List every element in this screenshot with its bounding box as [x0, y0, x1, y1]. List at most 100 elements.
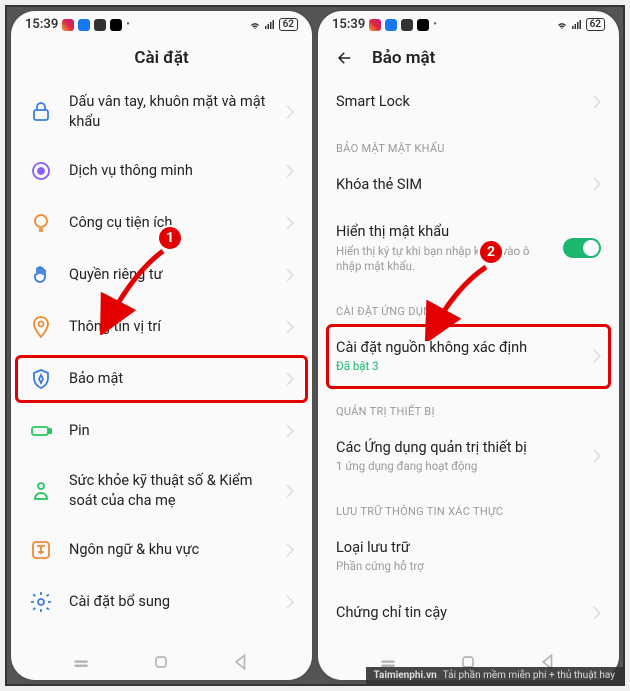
row-label: Khóa thẻ SIM — [336, 175, 577, 195]
annotation-badge-2: 2 — [478, 239, 504, 265]
heart-icon — [29, 479, 53, 503]
annotation-badge-1: 1 — [157, 225, 183, 251]
row-fingerprint[interactable]: Dấu vân tay, khuôn mặt và mật khẩu — [11, 78, 312, 145]
instagram-icon — [369, 19, 381, 31]
row-trusted-cert[interactable]: Chứng chỉ tin cậy — [318, 589, 619, 637]
row-sublabel: 1 ứng dụng đang hoạt động — [336, 459, 577, 475]
row-security[interactable]: Bảo mật — [11, 353, 312, 405]
chevron-right-icon — [286, 216, 294, 230]
bulb-icon — [29, 211, 53, 235]
row-label: Sức khỏe kỹ thuật số & Kiểm soát của cha… — [69, 471, 270, 510]
watermark-site: Taimienphi.vn — [374, 670, 437, 681]
toggle-show-password[interactable] — [563, 238, 601, 258]
battery-icon: 62 — [586, 18, 605, 31]
tiktok-icon — [110, 19, 122, 31]
status-time: 15:39 — [25, 17, 58, 32]
row-label: Smart Lock — [336, 92, 577, 112]
gear-icon — [29, 590, 53, 614]
wifi-icon — [556, 19, 568, 31]
section-app: CÀI ĐẶT ỨNG DỤNG — [318, 289, 619, 324]
signal-icon — [571, 19, 583, 31]
row-location[interactable]: Thông tin vị trí — [11, 301, 312, 353]
page-header: Bảo mật — [318, 34, 619, 78]
battery-icon: 62 — [279, 18, 298, 31]
security-list: Smart Lock BẢO MẬT MẬT KHẨU Khóa thẻ SIM… — [318, 78, 619, 642]
row-storage-type: Loại lưu trữ Phần cứng hỗ trợ — [318, 524, 619, 589]
instagram-icon — [62, 19, 74, 31]
row-smartlock[interactable]: Smart Lock — [318, 78, 619, 126]
chevron-right-icon — [286, 595, 294, 609]
watermark-tag: Tải phần mềm miễn phí + thủ thuật hay — [443, 670, 615, 681]
more-icon: • — [433, 19, 437, 30]
nav-recent-icon[interactable] — [71, 652, 91, 672]
facebook-icon — [78, 19, 90, 31]
hand-icon — [29, 263, 53, 287]
section-credential: LƯU TRỮ THÔNG TIN XÁC THỰC — [318, 489, 619, 524]
page-title: Bảo mật — [372, 48, 435, 68]
page-title: Cài đặt — [11, 34, 312, 78]
app-icon — [401, 19, 413, 31]
status-time: 15:39 — [332, 17, 365, 32]
row-sim-lock[interactable]: Khóa thẻ SIM — [318, 161, 619, 209]
chevron-right-icon — [593, 95, 601, 109]
chevron-right-icon — [286, 543, 294, 557]
status-bar: 15:39 • 62 — [11, 11, 312, 34]
chevron-right-icon — [593, 349, 601, 363]
chevron-right-icon — [286, 320, 294, 334]
location-icon — [29, 315, 53, 339]
row-update[interactable]: Cập nhật phần mềm — [11, 628, 312, 642]
row-language[interactable]: Ngôn ngữ & khu vực — [11, 524, 312, 576]
row-label: Bảo mật — [69, 369, 270, 389]
row-smart-service[interactable]: Dịch vụ thông minh — [11, 145, 312, 197]
chevron-right-icon — [286, 424, 294, 438]
facebook-icon — [385, 19, 397, 31]
row-sublabel: Đã bật 3 — [336, 359, 577, 375]
battery-icon — [29, 419, 53, 443]
row-additional[interactable]: Cài đặt bổ sung — [11, 576, 312, 628]
row-label: Hiển thị mật khẩu — [336, 222, 547, 242]
row-label: Thông tin vị trí — [69, 317, 270, 337]
row-label: Loại lưu trữ — [336, 538, 601, 558]
row-label: Chứng chỉ tin cậy — [336, 603, 577, 623]
row-label: Ngôn ngữ & khu vực — [69, 540, 270, 560]
row-sublabel: Phần cứng hỗ trợ — [336, 559, 601, 575]
row-device-admin[interactable]: Các Ứng dụng quản trị thiết bị 1 ứng dụn… — [318, 424, 619, 489]
wifi-icon — [249, 19, 261, 31]
row-show-password[interactable]: Hiển thị mật khẩu Hiển thị ký tự khi bạn… — [318, 208, 619, 289]
row-label: Dấu vân tay, khuôn mặt và mật khẩu — [69, 92, 270, 131]
row-unknown-sources[interactable]: Cài đặt nguồn không xác định Đã bật 3 — [318, 324, 619, 389]
nav-home-icon[interactable] — [151, 652, 171, 672]
signal-icon — [264, 19, 276, 31]
lock-icon — [29, 100, 53, 124]
more-icon: • — [126, 19, 130, 30]
chevron-right-icon — [286, 268, 294, 282]
chevron-right-icon — [286, 105, 294, 119]
row-label: Cài đặt nguồn không xác định — [336, 338, 577, 358]
tiktok-icon — [417, 19, 429, 31]
chevron-right-icon — [286, 484, 294, 498]
nav-back-icon[interactable] — [232, 652, 252, 672]
row-battery[interactable]: Pin — [11, 405, 312, 457]
watermark: Taimienphi.vn Tải phần mềm miễn phí + th… — [366, 667, 623, 684]
screenshot-wrapper: 15:39 • 62 Cài đặt Dấu vân tay, khuôn mặ… — [5, 5, 625, 686]
settings-list: Dấu vân tay, khuôn mặt và mật khẩu Dịch … — [11, 78, 312, 642]
language-icon — [29, 538, 53, 562]
chevron-right-icon — [286, 164, 294, 178]
chevron-right-icon — [593, 177, 601, 191]
section-admin: QUẢN TRỊ THIẾT BỊ — [318, 389, 619, 424]
section-password: BẢO MẬT MẬT KHẨU — [318, 126, 619, 161]
nav-bar — [11, 642, 312, 680]
back-icon[interactable] — [336, 49, 354, 67]
row-digital-wellbeing[interactable]: Sức khỏe kỹ thuật số & Kiểm soát của cha… — [11, 457, 312, 524]
row-sublabel: Hiển thị ký tự khi bạn nhập ký tự vào ô … — [336, 244, 547, 275]
app-icon — [94, 19, 106, 31]
phone-left: 15:39 • 62 Cài đặt Dấu vân tay, khuôn mặ… — [11, 11, 312, 680]
row-label: Quyền riêng tư — [69, 265, 270, 285]
chevron-right-icon — [286, 372, 294, 386]
shield-icon — [29, 367, 53, 391]
row-label: Pin — [69, 421, 270, 441]
circle-icon — [29, 159, 53, 183]
phone-right: 15:39 • 62 Bảo mật Smart Lock BẢO M — [318, 11, 619, 680]
row-privacy[interactable]: Quyền riêng tư — [11, 249, 312, 301]
status-bar: 15:39 • 62 — [318, 11, 619, 34]
